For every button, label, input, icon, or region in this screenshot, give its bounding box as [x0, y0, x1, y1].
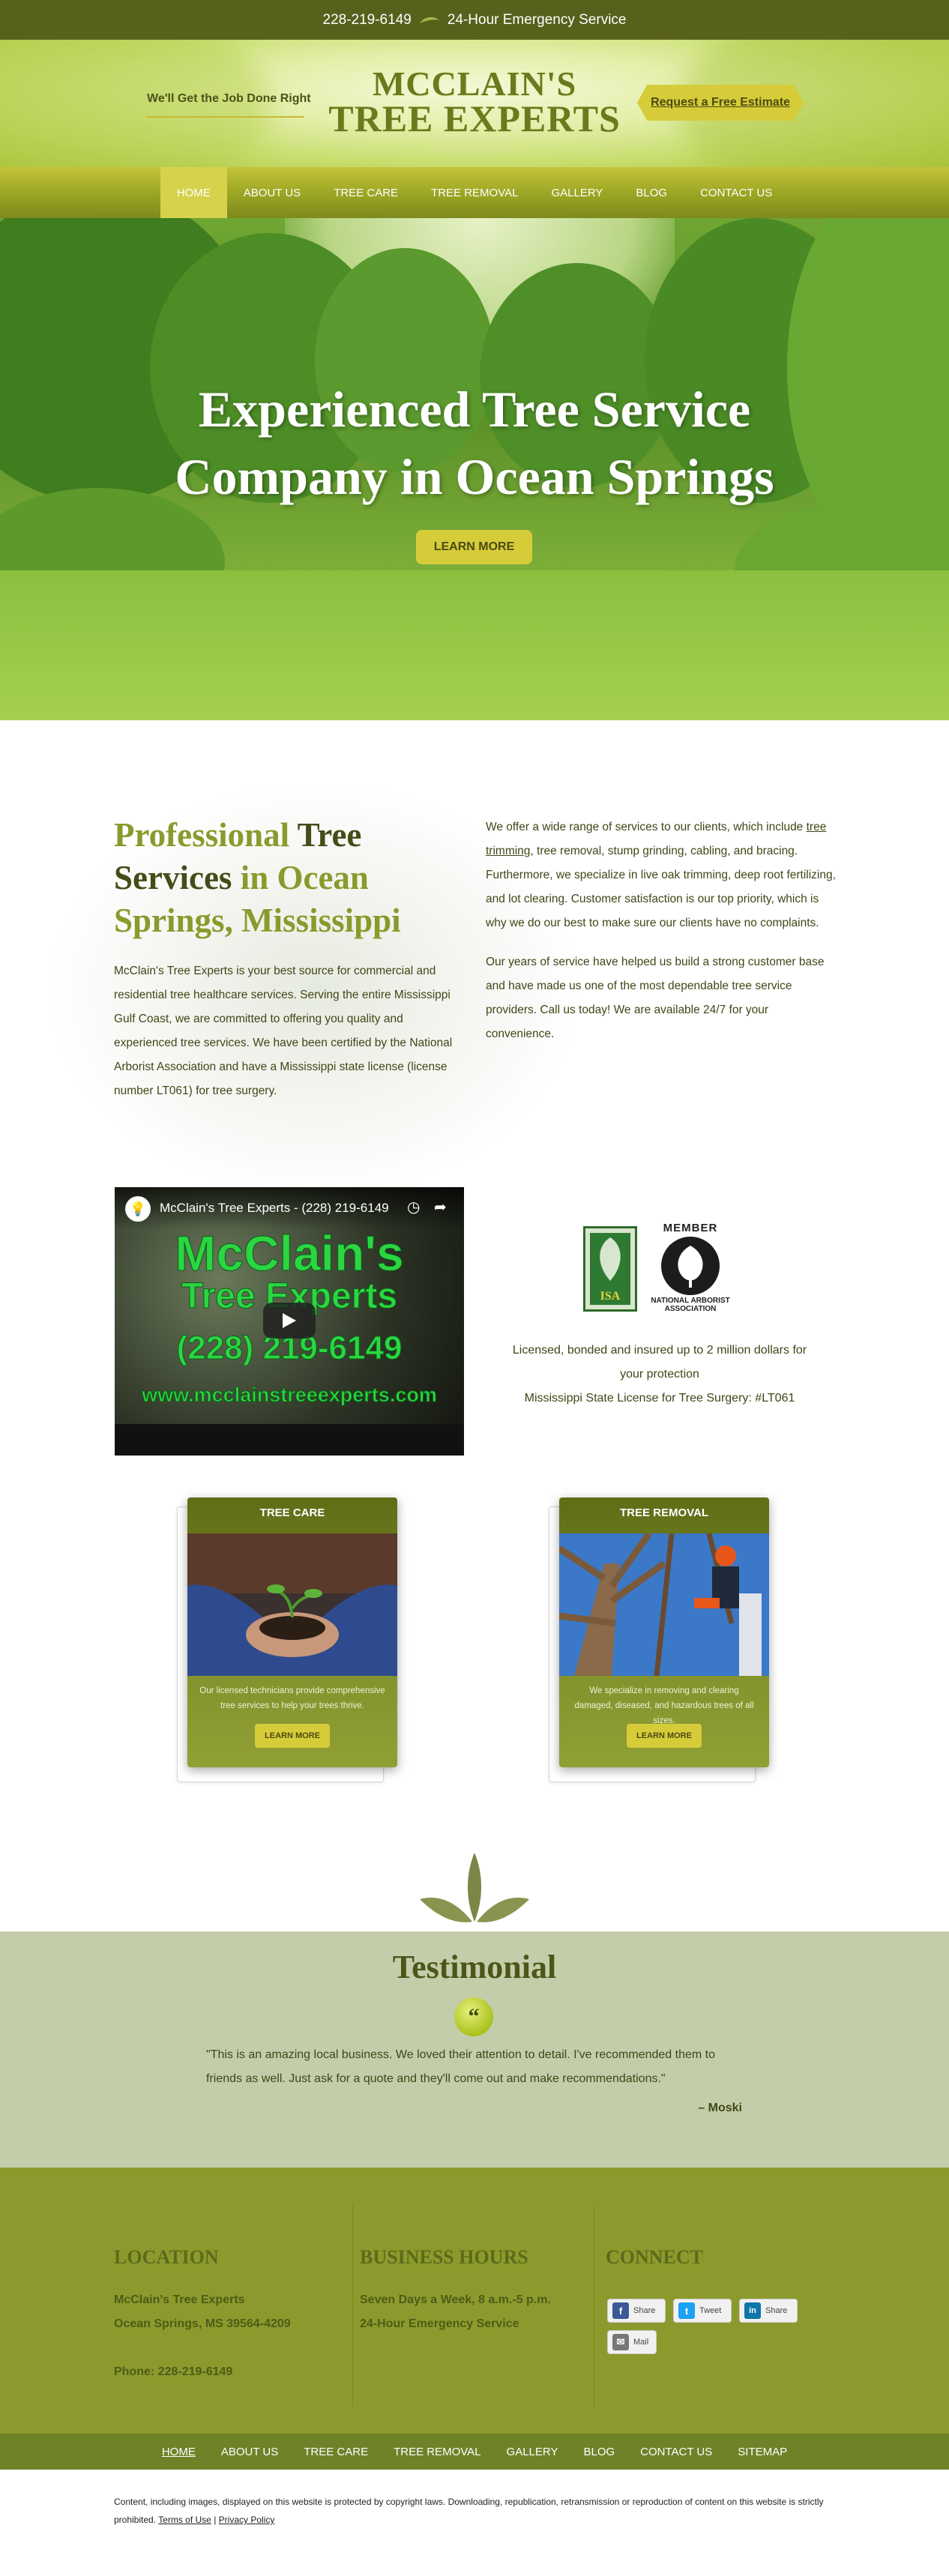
tree-care-image: [187, 1533, 397, 1676]
tree-removal-learn-more-button[interactable]: LEARN MORE: [627, 1724, 702, 1748]
naa-caption: NATIONAL ARBORIST ASSOCIATION: [651, 1297, 730, 1313]
footer-hours: BUSINESS HOURS Seven Days a Week, 8 a.m.…: [360, 2246, 585, 2336]
footer-divider: [352, 2205, 353, 2407]
hero-banner: Experienced Tree Service Company in Ocea…: [0, 218, 949, 720]
nav-item-gallery[interactable]: GALLERY: [534, 167, 619, 218]
footer-nav-blog[interactable]: BLOG: [583, 2446, 615, 2458]
video-text-1: McClain's: [175, 1225, 404, 1282]
hours-line-1: Seven Days a Week, 8 a.m.-5 p.m.: [360, 2293, 551, 2306]
footer-nav-sitemap[interactable]: SITEMAP: [738, 2446, 787, 2458]
video-title[interactable]: McClain's Tree Experts - (228) 219-6149: [160, 1201, 389, 1216]
footer-location: LOCATION McClain's Tree Experts Ocean Sp…: [114, 2246, 339, 2384]
intro-left-paragraph: McClain's Tree Experts is your best sour…: [114, 965, 453, 1097]
oak-leaf-icon: [600, 1237, 621, 1281]
top-bar: 228-219-6149 24-Hour Emergency Service: [0, 0, 949, 40]
location-heading: LOCATION: [114, 2246, 219, 2268]
hero-title-line-1: Experienced Tree Service: [198, 381, 751, 438]
linkedin-share-button[interactable]: in Share: [739, 2299, 798, 2323]
leaf-icon: [419, 16, 439, 23]
card-description: Our licensed technicians provide compreh…: [199, 1686, 385, 1710]
card-title: TREE REMOVAL: [619, 1506, 709, 1519]
nav-item-tree-removal[interactable]: TREE REMOVAL: [415, 167, 534, 218]
naa-member-badge: MEMBER NATIONAL ARBORIST ASSOCIATION: [648, 1222, 733, 1315]
nav-item-home[interactable]: HOME: [160, 167, 227, 218]
mail-share-button[interactable]: ✉ Mail: [607, 2330, 657, 2354]
connect-heading: CONNECT: [606, 2246, 704, 2268]
footer: LOCATION McClain's Tree Experts Ocean Sp…: [0, 2168, 949, 2434]
header: We'll Get the Job Done Right MCCLAIN'S T…: [0, 40, 949, 167]
terms-of-use-link[interactable]: Terms of Use: [158, 2515, 211, 2525]
privacy-policy-link[interactable]: Privacy Policy: [219, 2515, 275, 2525]
footer-connect: CONNECT: [606, 2246, 831, 2288]
video-player[interactable]: 💡 McClain's Tree Experts - (228) 219-614…: [115, 1187, 464, 1456]
location-name: McClain's Tree Experts: [114, 2293, 245, 2306]
linkedin-icon: in: [744, 2302, 761, 2319]
testimonial-section: Testimonial “ "This is an amazing local …: [0, 1931, 949, 2168]
leaves-icon: [420, 1853, 529, 1922]
nav-item-about-us[interactable]: ABOUT US: [227, 167, 317, 218]
quote-icon: “: [454, 1997, 493, 2036]
testimonial-author: – Moski: [698, 2102, 742, 2114]
twitter-tweet-button[interactable]: t Tweet: [673, 2299, 732, 2323]
heading-professional: Professional: [114, 816, 298, 854]
footer-nav-tree-care[interactable]: TREE CARE: [304, 2446, 368, 2458]
share-icon[interactable]: ➦: [434, 1198, 447, 1216]
footer-nav-gallery[interactable]: GALLERY: [507, 2446, 558, 2458]
testimonial-quote: "This is an amazing local business. We l…: [206, 2048, 716, 2085]
share-buttons-row-2: ✉ Mail: [607, 2330, 657, 2354]
hours-heading: BUSINESS HOURS: [360, 2246, 528, 2268]
hours-line-2: 24-Hour Emergency Service: [360, 2317, 519, 2330]
intro-right-paragraph-2: Our years of service have helped us buil…: [486, 956, 825, 1040]
hero-title: Experienced Tree Service Company in Ocea…: [0, 375, 949, 510]
video-text-4: www.mcclainstreeexperts.com: [142, 1384, 438, 1407]
nav-item-blog[interactable]: BLOG: [619, 167, 684, 218]
hero-title-line-2: Company in Ocean Springs: [175, 448, 774, 505]
footer-nav-home[interactable]: HOME: [162, 2446, 196, 2458]
license-info: Licensed, bonded and insured up to 2 mil…: [512, 1344, 807, 1405]
logo-line-2[interactable]: TREE EXPERTS: [0, 97, 949, 140]
tree-care-card[interactable]: TREE CARE Our licensed technicians provi…: [187, 1497, 397, 1767]
hero-lawn: [0, 570, 949, 720]
twitter-icon: t: [678, 2302, 695, 2319]
mail-icon: ✉: [612, 2334, 629, 2350]
tree-removal-image: [559, 1533, 769, 1676]
facebook-share-button[interactable]: f Share: [607, 2299, 666, 2323]
copyright-notice: Content, including images, displayed on …: [114, 2497, 824, 2525]
facebook-icon: f: [612, 2302, 629, 2319]
isa-certification-badge: ISA: [583, 1226, 637, 1312]
phone-number[interactable]: 228-219-6149: [323, 12, 412, 28]
play-button-icon[interactable]: [263, 1303, 316, 1339]
card-description: We specialize in removing and clearing d…: [574, 1686, 754, 1725]
intro-right-paragraph-1: We offer a wide range of services to our…: [486, 821, 836, 929]
emergency-text: 24-Hour Emergency Service: [447, 11, 627, 28]
nav-item-contact-us[interactable]: CONTACT US: [684, 167, 789, 218]
hero-learn-more-button[interactable]: LEARN MORE: [416, 530, 532, 564]
footer-phone[interactable]: Phone: 228-219-6149: [114, 2360, 339, 2384]
tree-icon: [678, 1246, 703, 1288]
request-estimate-button[interactable]: Request a Free Estimate: [637, 85, 804, 121]
intro-heading: Professional Tree Services in Ocean Spri…: [114, 814, 444, 942]
main-nav: HOME ABOUT US TREE CARE TREE REMOVAL GAL…: [0, 167, 949, 218]
channel-icon[interactable]: 💡: [125, 1196, 151, 1222]
tree-care-learn-more-button[interactable]: LEARN MORE: [255, 1724, 330, 1748]
naa-member-label: MEMBER: [663, 1222, 718, 1234]
nav-item-tree-care[interactable]: TREE CARE: [317, 167, 415, 218]
card-title: TREE CARE: [259, 1506, 325, 1519]
footer-nav-about-us[interactable]: ABOUT US: [221, 2446, 278, 2458]
footer-nav: HOME ABOUT US TREE CARE TREE REMOVAL GAL…: [0, 2434, 949, 2470]
footer-nav-tree-removal[interactable]: TREE REMOVAL: [394, 2446, 480, 2458]
isa-label: ISA: [600, 1290, 621, 1303]
footer-nav-contact-us[interactable]: CONTACT US: [640, 2446, 712, 2458]
intro-right-text: We offer a wide range of services to our…: [486, 815, 838, 1061]
testimonial-title: Testimonial: [392, 1949, 557, 1985]
location-address: Ocean Springs, MS 39564-4209: [114, 2317, 291, 2330]
share-buttons: f Share t Tweet in Share: [607, 2299, 798, 2323]
tree-removal-card[interactable]: TREE REMOVAL We specialize in removing a…: [559, 1497, 769, 1767]
watch-later-icon[interactable]: ◷: [407, 1198, 420, 1216]
